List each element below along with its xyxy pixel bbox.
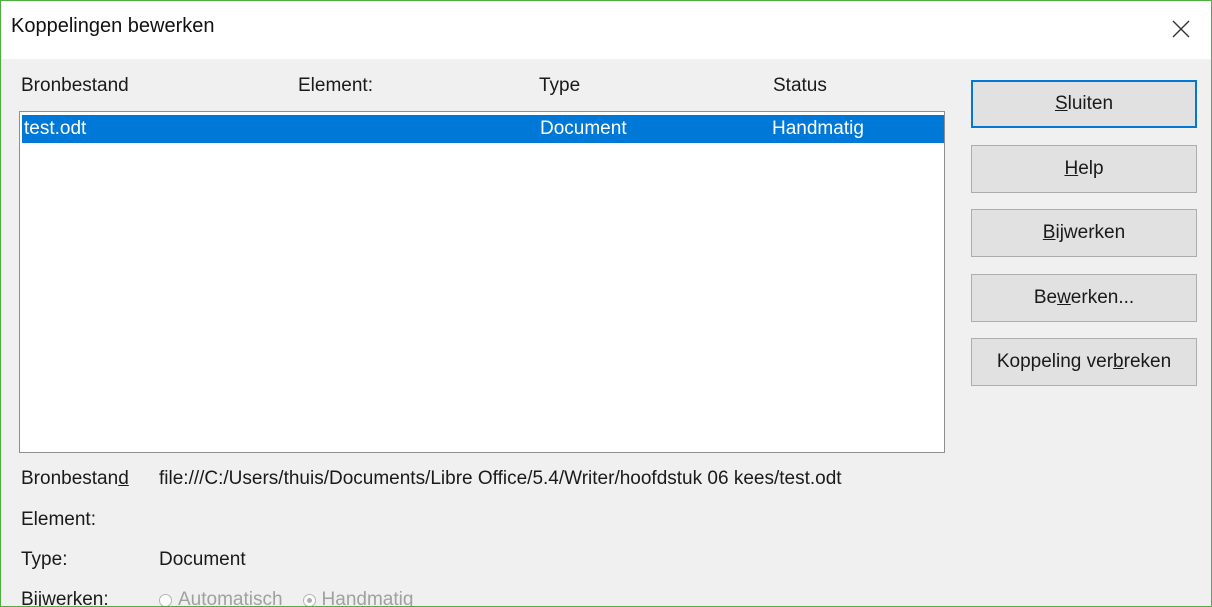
radio-manual[interactable] — [302, 593, 316, 606]
help-button[interactable]: Help — [971, 145, 1197, 193]
title-bar: Koppelingen bewerken — [1, 1, 1211, 59]
radio-automatic[interactable] — [159, 593, 172, 606]
source-file-label: Bronbestand — [21, 468, 129, 489]
update-mode-label: Bijwerken: — [21, 589, 109, 607]
dialog-title: Koppelingen bewerken — [11, 15, 215, 37]
break-link-button[interactable]: Koppeling ver b reken — [971, 338, 1197, 386]
source-file-path: file:///C:/Users/thuis/Documents/Libre O… — [159, 468, 842, 489]
radio-manual-label: Handmatig — [321, 589, 414, 607]
radio-automatic-label: Automatisch — [178, 589, 283, 607]
column-header-type[interactable]: Type — [539, 75, 580, 97]
row-source: test.odt — [24, 118, 87, 139]
type-value: Document — [159, 549, 246, 570]
list-row-selected[interactable]: test.odt Document Handmatig — [22, 115, 944, 143]
type-label: Type: — [21, 549, 68, 570]
update-mode-options: Automatisch Handmatig — [159, 589, 414, 607]
close-window-button[interactable] — [1151, 1, 1211, 57]
edit-links-dialog: Koppelingen bewerken Bronbestand Element… — [0, 0, 1212, 607]
element-label: Element: — [21, 509, 96, 530]
column-header-element[interactable]: Element: — [298, 75, 373, 97]
close-button[interactable]: Sluiten — [971, 80, 1197, 128]
column-header-source[interactable]: Bronbestand — [21, 75, 129, 97]
column-header-status[interactable]: Status — [773, 75, 827, 97]
close-icon — [1172, 20, 1190, 38]
row-type: Document — [540, 118, 627, 139]
update-button[interactable]: Bijwerken — [971, 209, 1197, 257]
row-status: Handmatig — [772, 118, 864, 139]
edit-button[interactable]: Be w erken... — [971, 274, 1197, 322]
links-list[interactable]: test.odt Document Handmatig — [19, 111, 945, 453]
